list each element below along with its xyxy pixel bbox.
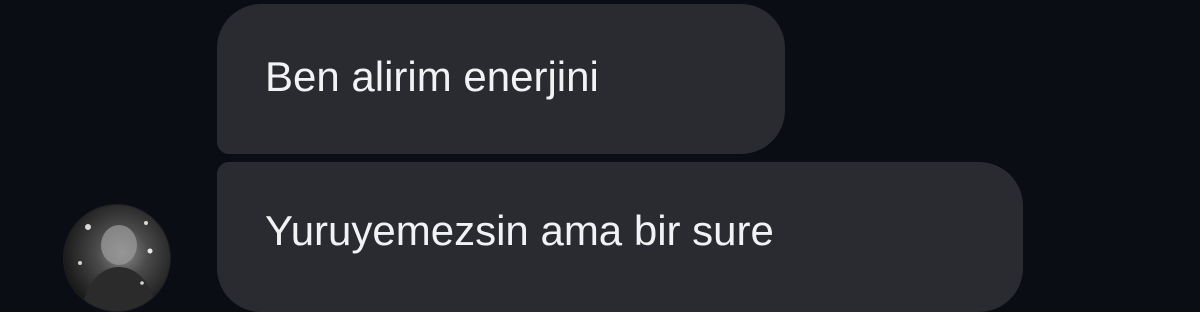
message-bubble[interactable]: Ben alirim enerjini (217, 4, 785, 154)
message-text: Ben alirim enerjini (265, 53, 599, 100)
message-bubble[interactable]: Yuruyemezsin ama bir sure (217, 162, 1023, 312)
avatar-image (64, 205, 170, 311)
message-text: Yuruyemezsin ama bir sure (265, 207, 774, 254)
sender-avatar[interactable] (64, 205, 170, 311)
chat-thread: Ben alirim enerjini Yuruyemezsin ama bir… (0, 0, 1200, 312)
